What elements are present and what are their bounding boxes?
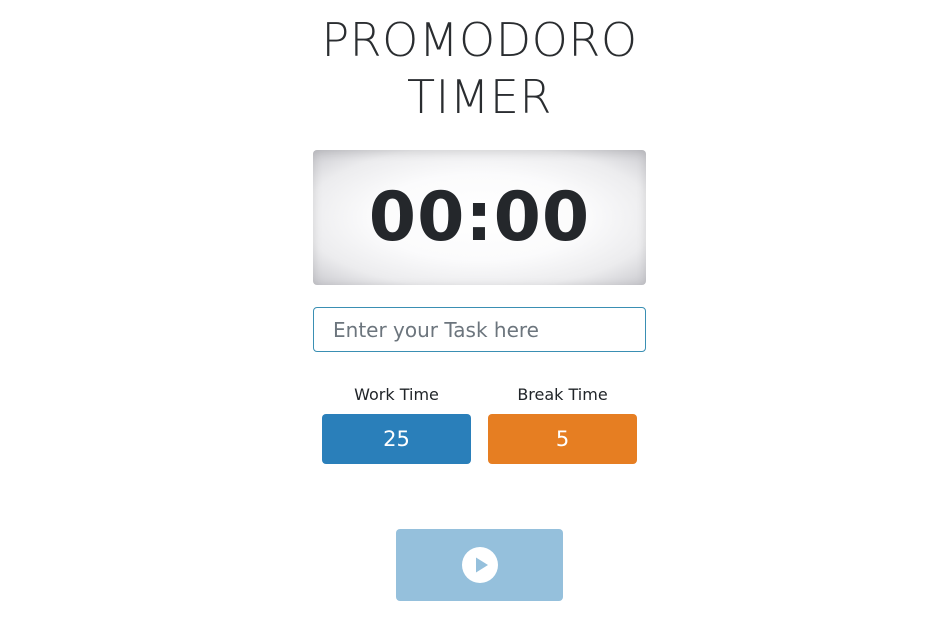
title-line-1: PROMODORO bbox=[321, 13, 638, 67]
pomodoro-app: PROMODORO TIMER 00:00 Work Time Break Ti… bbox=[0, 0, 931, 620]
break-time-label: Break Time bbox=[517, 385, 608, 404]
break-time-value[interactable]: 5 bbox=[488, 414, 637, 464]
timer-display: 00:00 bbox=[313, 150, 646, 285]
work-time-label: Work Time bbox=[354, 385, 439, 404]
page-title: PROMODORO TIMER bbox=[313, 12, 646, 126]
title-line-2: TIMER bbox=[407, 70, 552, 124]
start-button[interactable] bbox=[396, 529, 563, 601]
play-icon bbox=[461, 547, 498, 583]
work-time-value[interactable]: 25 bbox=[322, 414, 471, 464]
timer-time: 00:00 bbox=[368, 178, 591, 257]
task-input[interactable] bbox=[313, 307, 646, 352]
